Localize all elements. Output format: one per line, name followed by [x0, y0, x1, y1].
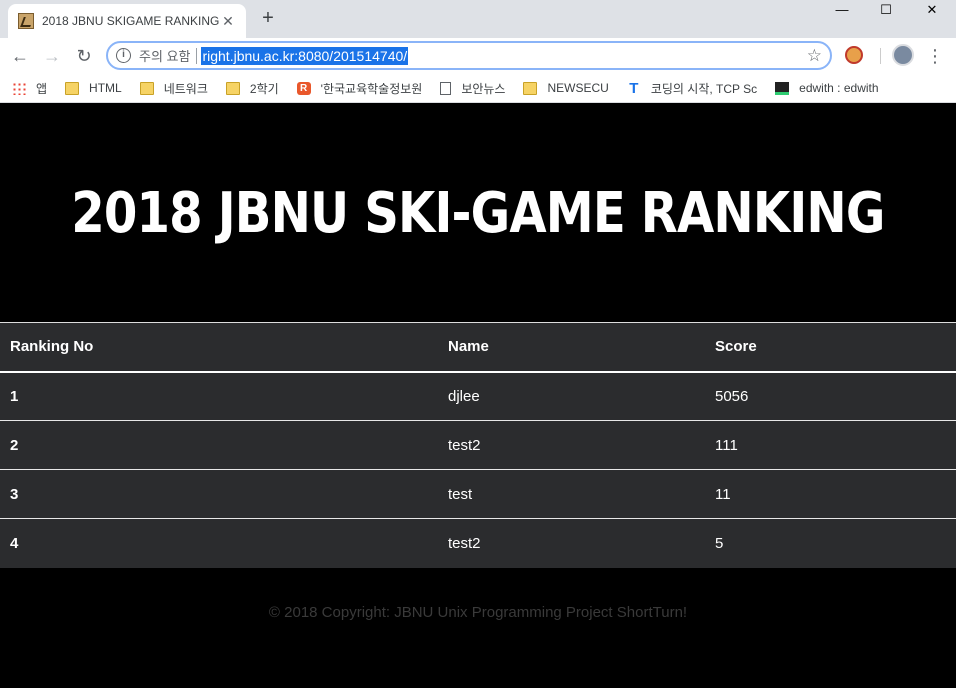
- name-cell: djlee: [438, 371, 705, 421]
- bookmark-label: NEWSECU: [547, 81, 609, 95]
- profile-avatar[interactable]: [892, 44, 914, 66]
- tab-close-icon[interactable]: ✕: [220, 13, 236, 30]
- bookmark-html[interactable]: HTML: [65, 81, 122, 95]
- url-text[interactable]: right.jbnu.ac.kr:8080/201514740/: [201, 46, 409, 65]
- bookmark-label: 보안뉴스: [461, 81, 506, 96]
- bookmark-label: 2학기: [249, 81, 279, 96]
- rank-cell: 4: [0, 518, 438, 568]
- footer-copyright: © 2018 Copyright: JBNU Unix Programming …: [268, 604, 688, 621]
- score-cell: 5056: [705, 371, 956, 421]
- folder-icon: [523, 81, 538, 95]
- new-tab-button[interactable]: +: [258, 8, 278, 28]
- toolbar-separator: [880, 48, 881, 64]
- extension-icon[interactable]: [845, 46, 863, 64]
- browser-titlebar: 2018 JBNU SKIGAME RANKING ✕ + — ☐ ✕: [0, 0, 956, 38]
- bookmark-label: 코딩의 시작, TCP Sc: [650, 81, 758, 96]
- minimize-button[interactable]: —: [820, 0, 864, 22]
- riss-icon: R: [296, 81, 311, 95]
- bookmark-star-icon[interactable]: ☆: [807, 46, 822, 66]
- tab-title: 2018 JBNU SKIGAME RANKING: [42, 14, 220, 28]
- tcp-school-icon: T: [629, 79, 639, 97]
- ranking-table: Ranking No Name Score 1 djlee 5056 2 tes…: [0, 322, 956, 568]
- bookmarks-bar: 앱 HTML 네트워크 2학기 R '한국교육학술정보원 보안뉴스 NEWSEC…: [0, 74, 956, 103]
- bookmark-edwith[interactable]: edwith : edwith: [775, 81, 879, 95]
- header-score: Score: [705, 322, 956, 372]
- score-cell: 111: [705, 420, 956, 470]
- omnibox-separator: [196, 47, 198, 64]
- forward-button[interactable]: →: [40, 44, 64, 68]
- bookmark-newsecu[interactable]: NEWSECU: [523, 81, 609, 95]
- bookmark-semester2[interactable]: 2학기: [225, 80, 279, 97]
- bookmark-apps[interactable]: 앱: [12, 80, 47, 97]
- folder-icon: [65, 81, 80, 95]
- table-row: 2 test2 111: [0, 420, 956, 470]
- hero-banner: 2018 JBNU SKI-GAME RANKING: [0, 104, 956, 322]
- rank-cell: 1: [0, 371, 438, 421]
- table-row: 3 test 11: [0, 469, 956, 519]
- apps-grid-icon: [12, 81, 26, 95]
- header-name: Name: [438, 322, 705, 372]
- browser-toolbar: ← → ↻ i 주의 요함 right.jbnu.ac.kr:8080/2015…: [0, 38, 956, 74]
- name-cell: test2: [438, 420, 705, 470]
- bookmark-tcpschool[interactable]: T 코딩의 시작, TCP Sc: [627, 80, 757, 97]
- bookmark-label: '한국교육학술정보원: [320, 81, 423, 96]
- bookmark-label: edwith : edwith: [799, 81, 879, 95]
- table-row: 1 djlee 5056: [0, 371, 956, 421]
- close-window-button[interactable]: ✕: [910, 0, 954, 22]
- back-button[interactable]: ←: [8, 44, 32, 68]
- name-cell: test2: [438, 518, 705, 568]
- info-icon[interactable]: i: [116, 48, 131, 63]
- browser-menu-icon[interactable]: ⋮: [926, 44, 944, 68]
- address-bar[interactable]: i 주의 요함 right.jbnu.ac.kr:8080/201514740/…: [106, 41, 832, 70]
- security-label[interactable]: 주의 요함: [139, 46, 190, 65]
- table-header-row: Ranking No Name Score: [0, 322, 956, 372]
- bookmark-label: 네트워크: [163, 81, 208, 96]
- ski-favicon-icon: [18, 13, 34, 29]
- table-row: 4 test2 5: [0, 518, 956, 568]
- bookmark-label: 앱: [36, 81, 48, 96]
- rank-cell: 2: [0, 420, 438, 470]
- score-cell: 5: [705, 518, 956, 568]
- rank-cell: 3: [0, 469, 438, 519]
- bookmark-riss[interactable]: R '한국교육학술정보원: [296, 80, 423, 97]
- bookmark-label: HTML: [89, 81, 122, 95]
- folder-icon: [225, 81, 240, 95]
- edwith-icon: [775, 81, 790, 95]
- browser-tab[interactable]: 2018 JBNU SKIGAME RANKING ✕: [8, 4, 246, 38]
- score-cell: 11: [705, 469, 956, 519]
- bookmark-boannews[interactable]: 보안뉴스: [440, 80, 505, 97]
- name-cell: test: [438, 469, 705, 519]
- page-content: 2018 JBNU SKI-GAME RANKING Ranking No Na…: [0, 104, 956, 688]
- maximize-button[interactable]: ☐: [864, 0, 908, 22]
- reload-button[interactable]: ↻: [72, 44, 96, 68]
- page-icon: [440, 81, 452, 95]
- header-ranking-no: Ranking No: [0, 322, 438, 372]
- folder-icon: [139, 81, 154, 95]
- bookmark-network[interactable]: 네트워크: [139, 80, 208, 97]
- page-title: 2018 JBNU SKI-GAME RANKING: [71, 180, 885, 246]
